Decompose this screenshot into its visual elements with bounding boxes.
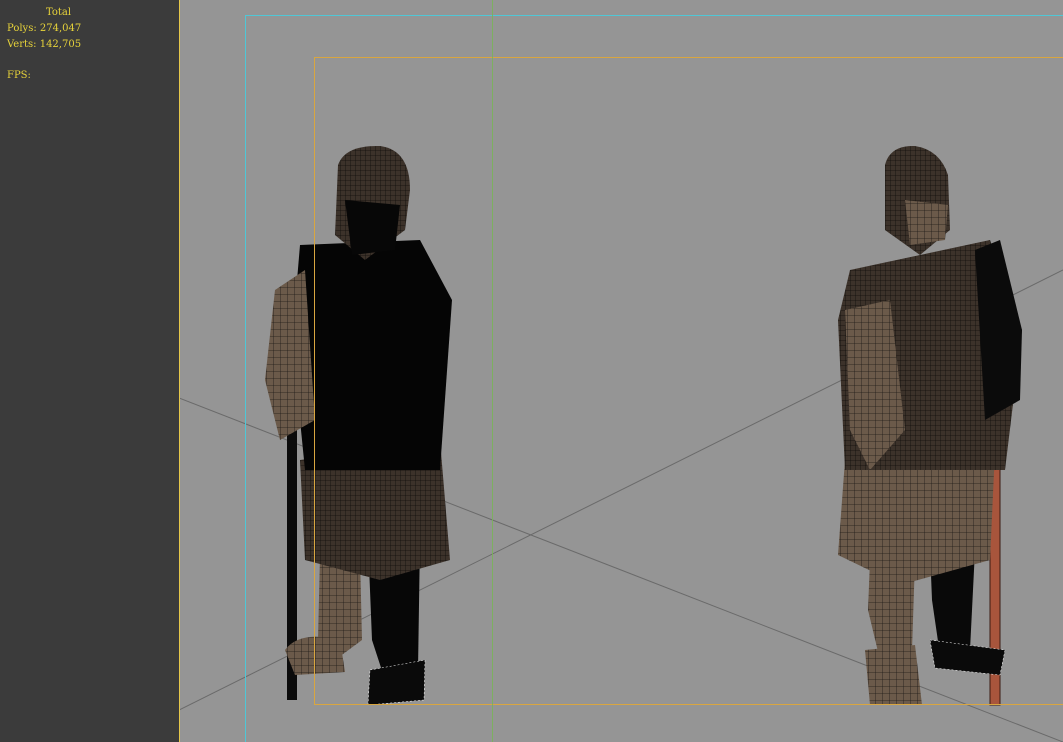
safe-frame-outer-left [245, 15, 246, 742]
safe-frame-inner-left [314, 57, 315, 705]
viewport-edge [179, 0, 180, 742]
safe-frame-inner-bottom [314, 704, 1063, 705]
3d-viewport[interactable] [179, 0, 1063, 742]
viewport-stats-panel: Total Polys: 274,047 Verts: 142,705 FPS: [0, 0, 179, 742]
stats-verts: Verts: 142,705 [7, 39, 82, 50]
viewport-scene [179, 145, 1063, 742]
stats-fps: FPS: [7, 70, 31, 81]
center-guide-line [492, 0, 493, 742]
warrior-right-model [838, 145, 1022, 706]
warrior-left-model [265, 145, 452, 706]
safe-frame-outer-top [246, 15, 1063, 16]
safe-frame-inner-top [314, 57, 1063, 58]
stats-title: Total [46, 7, 72, 18]
stats-polys: Polys: 274,047 [7, 23, 82, 34]
